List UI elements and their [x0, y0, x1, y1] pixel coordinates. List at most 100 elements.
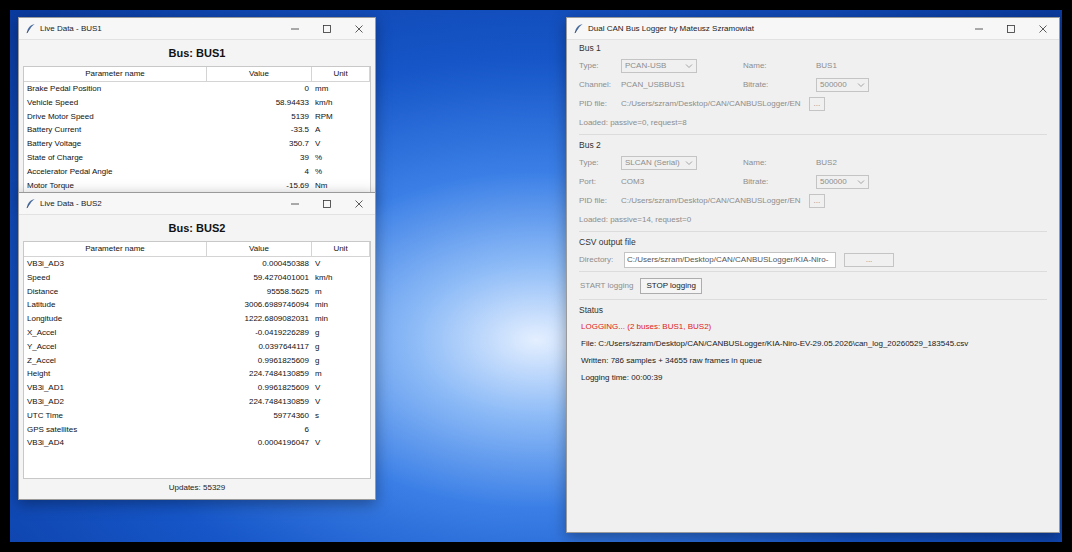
browse-button[interactable]: ...	[809, 194, 826, 208]
table-row[interactable]: GPS satellites6	[24, 423, 370, 437]
port-row: Port:COM3 Bitrate: 500000	[579, 172, 1047, 191]
minimize-button[interactable]	[279, 18, 311, 40]
chevron-down-icon	[685, 63, 693, 69]
table-row[interactable]: UTC Time59774360s	[24, 409, 370, 423]
close-button[interactable]	[343, 18, 375, 40]
table-cell: mm	[312, 82, 370, 96]
dropdown[interactable]: 500000	[816, 78, 869, 92]
port-field[interactable]: COM3	[621, 176, 697, 188]
table-row[interactable]: Z_Accel0.9961825609g	[24, 354, 370, 368]
table-cell: 0.0397644117	[207, 340, 312, 354]
directory-field[interactable]: C:/Users/szram/Desktop/CAN/CANBUSLogger/…	[624, 252, 836, 268]
logger-content: Bus 1Type:PCAN-USBName:BUS1Channel:PCAN_…	[567, 40, 1059, 532]
table-cell: Nm	[312, 179, 370, 193]
browse-button[interactable]: ...	[844, 253, 894, 267]
table-cell: 5139	[207, 110, 312, 124]
table-cell: 3006.6989746094	[207, 298, 312, 312]
field-label: Port:	[579, 176, 621, 188]
pid-file-field[interactable]: C:/Users/szram/Desktop/CAN/CANBUSLogger/…	[621, 195, 805, 207]
title-bar: Live Data - BUS1	[19, 18, 375, 40]
table-cell: 59774360	[207, 409, 312, 423]
table-row[interactable]: Battery Voltage350.7V	[24, 137, 370, 151]
pid-file-field[interactable]: C:/Users/szram/Desktop/CAN/CANBUSLogger/…	[621, 98, 805, 110]
table-row[interactable]: X_Accel-0.0419226289g	[24, 326, 370, 340]
table-row[interactable]: Latitude3006.6989746094min	[24, 298, 370, 312]
dropdown-value: 500000	[820, 79, 847, 91]
table-cell: Y_Accel	[24, 340, 207, 354]
table-cell: A	[312, 123, 370, 137]
dropdown[interactable]: PCAN-USB	[621, 59, 697, 73]
browse-button[interactable]: ...	[809, 97, 826, 111]
column-header[interactable]: Unit	[312, 242, 370, 257]
table-row[interactable]: Y_Accel0.0397644117g	[24, 340, 370, 354]
table-cell: km/h	[312, 96, 370, 110]
table-row[interactable]: State of Charge39%	[24, 151, 370, 165]
table-cell: V	[312, 257, 370, 271]
table-cell: Battery Current	[24, 123, 207, 137]
table-header: Parameter nameValueUnit	[24, 242, 370, 257]
table-row[interactable]: Height224.7484130859m	[24, 367, 370, 381]
table-cell: VB3i_AD4	[24, 436, 207, 450]
field-label: PID file:	[579, 195, 621, 207]
port-row: Channel:PCAN_USBBUS1Bitrate:500000	[579, 75, 1047, 94]
column-header[interactable]: Parameter name	[24, 67, 207, 82]
table-header: Parameter nameValueUnit	[24, 67, 370, 82]
table-cell: Latitude	[24, 298, 207, 312]
column-header[interactable]: Parameter name	[24, 242, 207, 257]
maximize-button[interactable]	[311, 18, 343, 40]
table-row[interactable]: VB3i_AD2224.7484130859V	[24, 395, 370, 409]
column-header[interactable]: Unit	[312, 67, 370, 82]
type-row: Type:PCAN-USBName:BUS1	[579, 56, 1047, 75]
field-label: Bitrate:	[743, 176, 816, 188]
feather-icon	[573, 23, 584, 34]
name-field[interactable]: BUS1	[816, 60, 1047, 72]
port-field[interactable]: PCAN_USBBUS1	[621, 79, 697, 91]
bitrate-holder: 500000	[816, 78, 1047, 92]
dropdown[interactable]: 500000	[816, 175, 869, 189]
maximize-button[interactable]	[311, 193, 343, 215]
group-legend: Bus 1	[579, 40, 1047, 56]
field-label: Channel:	[579, 79, 621, 91]
type-row: Type:SLCAN (Serial)Name:BUS2	[579, 153, 1047, 172]
pid-row: PID file:C:/Users/szram/Desktop/CAN/CANB…	[579, 94, 1047, 113]
table-row[interactable]: Motor Torque-15.69Nm	[24, 179, 370, 193]
table-row[interactable]: Distance95558.5625m	[24, 285, 370, 299]
dropdown[interactable]: SLCAN (Serial)	[621, 156, 697, 170]
bitrate-holder: 500000	[816, 175, 1047, 189]
minimize-icon	[974, 24, 984, 34]
table-row[interactable]: Brake Pedal Position0mm	[24, 82, 370, 96]
table-cell: VB3i_AD2	[24, 395, 207, 409]
close-button[interactable]	[343, 193, 375, 215]
directory-row: Directory:C:/Users/szram/Desktop/CAN/CAN…	[579, 250, 1047, 269]
table-cell: %	[312, 165, 370, 179]
maximize-icon	[322, 24, 332, 34]
table-cell: Vehicle Speed	[24, 96, 207, 110]
table-row[interactable]: Drive Motor Speed5139RPM	[24, 110, 370, 124]
table-row[interactable]: VB3i_AD30.000450388V	[24, 257, 370, 271]
table-row[interactable]: Battery Current-33.5A	[24, 123, 370, 137]
minimize-button[interactable]	[963, 18, 995, 40]
minimize-button[interactable]	[279, 193, 311, 215]
table-row[interactable]: VB3i_AD40.0004196047V	[24, 436, 370, 450]
table-cell: 0	[207, 82, 312, 96]
stop-button[interactable]: STOP logging	[640, 278, 702, 294]
dropdown-value: 500000	[820, 176, 847, 188]
name-field[interactable]: BUS2	[816, 157, 1047, 169]
group-legend: Bus 2	[579, 137, 1047, 153]
column-header[interactable]: Value	[207, 67, 312, 82]
table-row[interactable]: Speed59.4270401001km/h	[24, 271, 370, 285]
live-data-window: Live Data - BUS2Bus: BUS2Parameter nameV…	[18, 192, 376, 500]
table-row[interactable]: Vehicle Speed58.94433km/h	[24, 96, 370, 110]
table-cell: m	[312, 285, 370, 299]
table-row[interactable]: Longitude1222.6809082031min	[24, 312, 370, 326]
table-row[interactable]: Accelerator Pedal Angle4%	[24, 165, 370, 179]
start-button[interactable]: START logging	[579, 278, 634, 294]
status-state: LOGGING... (2 buses: BUS1, BUS2)	[579, 318, 1047, 335]
column-header[interactable]: Value	[207, 242, 312, 257]
group-legend: Status	[579, 302, 1047, 318]
table-row[interactable]: VB3i_AD10.9961825609V	[24, 381, 370, 395]
maximize-button[interactable]	[995, 18, 1027, 40]
table-cell: 224.7484130859	[207, 367, 312, 381]
table-cell: UTC Time	[24, 409, 207, 423]
close-button[interactable]	[1027, 18, 1059, 40]
